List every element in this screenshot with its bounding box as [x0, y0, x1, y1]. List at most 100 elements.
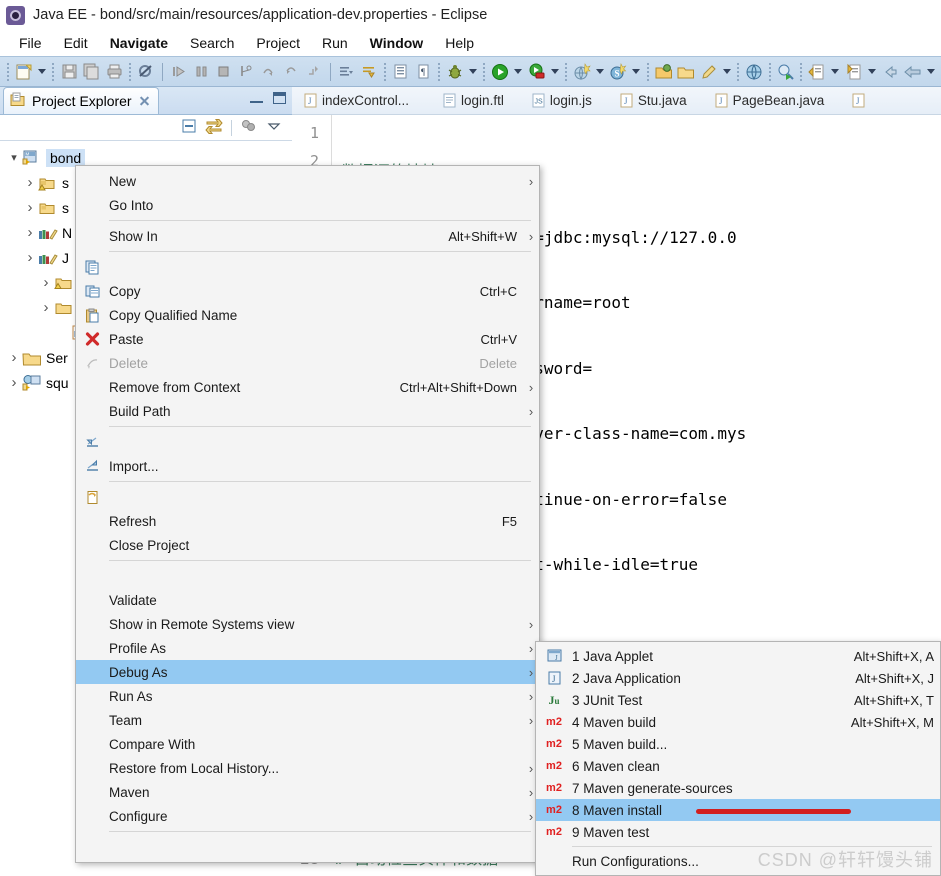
previous-annotation-icon[interactable] — [358, 61, 380, 83]
twisty-icon[interactable] — [22, 249, 38, 266]
menu-item-copy[interactable] — [76, 255, 539, 279]
submenu-item-junit-test[interactable]: Ju 3 JUnit Test Alt+Shift+X, T — [536, 689, 940, 711]
forward-icon[interactable] — [902, 61, 924, 83]
twisty-icon[interactable] — [6, 151, 22, 164]
maximize-icon[interactable] — [273, 92, 286, 104]
menu-item-run-as[interactable]: Debug As › — [76, 660, 539, 684]
submenu-item-java-applet[interactable]: J 1 Java Applet Alt+Shift+X, A — [536, 645, 940, 667]
open-type-icon[interactable] — [390, 61, 412, 83]
twisty-icon[interactable] — [38, 299, 54, 316]
previous-edit-dropdown-icon[interactable] — [865, 61, 878, 83]
edit-icon[interactable] — [698, 61, 720, 83]
menu-item-paste[interactable]: Copy Qualified Name — [76, 303, 539, 327]
menu-item-close-unrelated-projects[interactable]: Close Project — [76, 533, 539, 557]
new-server-icon[interactable] — [571, 61, 593, 83]
menu-item-close-project[interactable]: Refresh F5 — [76, 509, 539, 533]
tab-login-ftl[interactable]: login.ftl — [439, 87, 516, 114]
tab-overflow[interactable]: J — [848, 87, 882, 114]
menu-item-compare-with[interactable]: Team › — [76, 708, 539, 732]
menu-search[interactable]: Search — [179, 33, 245, 53]
menu-item-import[interactable] — [76, 430, 539, 454]
run-icon[interactable] — [489, 61, 511, 83]
debug-icon[interactable] — [444, 61, 466, 83]
tab-pagebean-java[interactable]: J PageBean.java — [711, 87, 837, 114]
new-package-icon[interactable] — [653, 61, 675, 83]
menu-item-configure[interactable]: Maven › — [76, 780, 539, 804]
print-icon[interactable] — [103, 61, 125, 83]
new-wizard-icon[interactable] — [13, 61, 35, 83]
step-into-icon[interactable] — [235, 61, 257, 83]
tab-stu-java[interactable]: J Stu.java — [616, 87, 699, 114]
menu-item-show-in-remote-systems-view[interactable]: Validate — [76, 588, 539, 612]
submenu-item-run-configurations[interactable]: Run Configurations... — [536, 850, 940, 872]
menu-item-export[interactable]: Import... — [76, 454, 539, 478]
external-tools-dropdown-icon[interactable] — [548, 61, 561, 83]
new-folder-icon[interactable] — [675, 61, 697, 83]
menu-item-show-in[interactable]: Show In Alt+Shift+W › — [76, 224, 539, 248]
menu-item-restore-from-local-history[interactable]: Compare With — [76, 732, 539, 756]
toolbar-overflow-icon[interactable] — [924, 61, 937, 83]
menu-item-delete[interactable]: Paste Ctrl+V — [76, 327, 539, 351]
next-annotation-icon[interactable] — [336, 61, 358, 83]
menu-item-refactor[interactable]: Build Path › — [76, 399, 539, 423]
menu-item-profile-as[interactable]: Show in Remote Systems view › — [76, 612, 539, 636]
pilcrow-icon[interactable]: ¶ — [413, 61, 435, 83]
twisty-icon[interactable] — [22, 224, 38, 241]
menu-item-build-path[interactable]: Remove from Context Ctrl+Alt+Shift+Down … — [76, 375, 539, 399]
run-external-tools-icon[interactable] — [526, 61, 548, 83]
close-icon[interactable] — [138, 95, 150, 107]
twisty-icon[interactable] — [22, 174, 38, 191]
menu-project[interactable]: Project — [245, 33, 311, 53]
next-edit-location-icon[interactable] — [806, 61, 828, 83]
submenu-item-maven-clean[interactable]: m2 6 Maven clean — [536, 755, 940, 777]
twisty-icon[interactable] — [22, 199, 38, 216]
step-return-icon[interactable] — [281, 61, 303, 83]
suspend-icon[interactable] — [190, 61, 212, 83]
menu-edit[interactable]: Edit — [53, 33, 99, 53]
spring-tool-dropdown-icon[interactable] — [630, 61, 643, 83]
submenu-item-maven-test[interactable]: m2 9 Maven test — [536, 821, 940, 843]
next-edit-dropdown-icon[interactable] — [829, 61, 842, 83]
tab-project-explorer[interactable]: Project Explorer — [3, 87, 159, 114]
spring-tool-icon[interactable]: S — [607, 61, 629, 83]
search-run-icon[interactable] — [775, 61, 797, 83]
menu-item-go-into[interactable]: Go Into — [76, 193, 539, 217]
collapse-all-icon[interactable] — [181, 118, 197, 137]
new-wizard-dropdown-icon[interactable] — [36, 61, 49, 83]
open-browser-icon[interactable] — [743, 61, 765, 83]
menu-item-properties[interactable] — [76, 835, 539, 859]
resume-icon[interactable] — [168, 61, 190, 83]
run-as-submenu[interactable]: J 1 Java Applet Alt+Shift+X, A J 2 Java … — [535, 641, 941, 876]
menu-item-maven[interactable]: Restore from Local History... › — [76, 756, 539, 780]
project-context-menu[interactable]: New › Go Into Show In Alt+Shift+W › Copy… — [75, 165, 540, 863]
save-icon[interactable] — [58, 61, 80, 83]
menu-item-source[interactable]: Configure › — [76, 804, 539, 828]
view-menu-filter-icon[interactable] — [240, 118, 258, 137]
twisty-icon[interactable] — [38, 274, 54, 291]
drop-to-frame-icon[interactable] — [303, 61, 325, 83]
menu-item-refresh[interactable] — [76, 485, 539, 509]
new-server-dropdown-icon[interactable] — [594, 61, 607, 83]
submenu-item-maven-build-dialog[interactable]: m2 5 Maven build... — [536, 733, 940, 755]
submenu-item-maven-build[interactable]: m2 4 Maven build Alt+Shift+X, M — [536, 711, 940, 733]
twisty-icon[interactable] — [6, 374, 22, 391]
step-over-icon[interactable] — [258, 61, 280, 83]
debug-dropdown-icon[interactable] — [467, 61, 480, 83]
edit-dropdown-icon[interactable] — [721, 61, 734, 83]
submenu-item-maven-install[interactable]: m2 8 Maven install — [536, 799, 940, 821]
menu-item-copy-qualified-name[interactable]: Copy Ctrl+C — [76, 279, 539, 303]
menu-window[interactable]: Window — [359, 33, 435, 53]
tab-login-js[interactable]: JS login.js — [528, 87, 604, 114]
view-menu-icon[interactable] — [266, 118, 282, 137]
menu-item-new[interactable]: New › — [76, 169, 539, 193]
run-dropdown-icon[interactable] — [512, 61, 525, 83]
save-all-icon[interactable] — [81, 61, 103, 83]
menu-item-debug-as[interactable]: Profile As › — [76, 636, 539, 660]
menu-navigate[interactable]: Navigate — [99, 33, 179, 53]
previous-edit-location-icon[interactable] — [843, 61, 865, 83]
menu-run[interactable]: Run — [311, 33, 359, 53]
tab-indexcontroller[interactable]: J indexControl... — [300, 87, 421, 114]
menu-item-team[interactable]: Run As › — [76, 684, 539, 708]
minimize-icon[interactable] — [250, 92, 263, 103]
toggle-breakpoint-icon[interactable] — [135, 61, 157, 83]
